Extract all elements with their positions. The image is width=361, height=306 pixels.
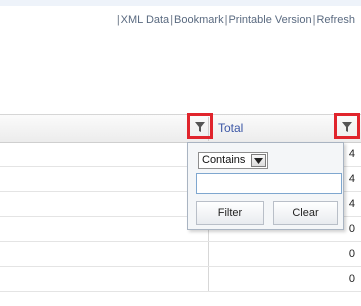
filter-value-input[interactable] [196, 173, 342, 194]
table-row: 0 [0, 242, 361, 267]
table-row: 0 [0, 267, 361, 292]
report-toolbar: |XML Data|Bookmark|Printable Version|Ref… [116, 14, 355, 26]
cell-divider [208, 267, 209, 291]
total-cell: 4 [348, 148, 355, 160]
printable-version-link[interactable]: Printable Version [228, 14, 311, 26]
total-cell: 0 [348, 223, 355, 235]
refresh-link[interactable]: Refresh [316, 14, 355, 26]
total-column-header[interactable]: Total [218, 121, 243, 135]
total-cell: 4 [348, 173, 355, 185]
total-cell: 0 [348, 248, 355, 260]
operator-selected-value: Contains [202, 154, 246, 166]
top-strip [0, 0, 361, 6]
bookmark-link[interactable]: Bookmark [174, 14, 224, 26]
clear-button[interactable]: Clear [273, 201, 338, 225]
filter-icon[interactable] [192, 119, 208, 135]
column-divider [208, 117, 209, 141]
total-cell: 0 [348, 273, 355, 285]
filter-icon[interactable] [339, 119, 355, 135]
filter-button[interactable]: Filter [196, 201, 264, 225]
dropdown-arrow-icon[interactable] [251, 154, 266, 167]
operator-select[interactable]: Contains [198, 152, 268, 169]
xml-data-link[interactable]: XML Data [121, 14, 170, 26]
grid-header: Total [0, 114, 361, 143]
total-cell: 4 [348, 198, 355, 210]
filter-popup: Contains Filter Clear [187, 142, 344, 230]
cell-divider [208, 242, 209, 266]
